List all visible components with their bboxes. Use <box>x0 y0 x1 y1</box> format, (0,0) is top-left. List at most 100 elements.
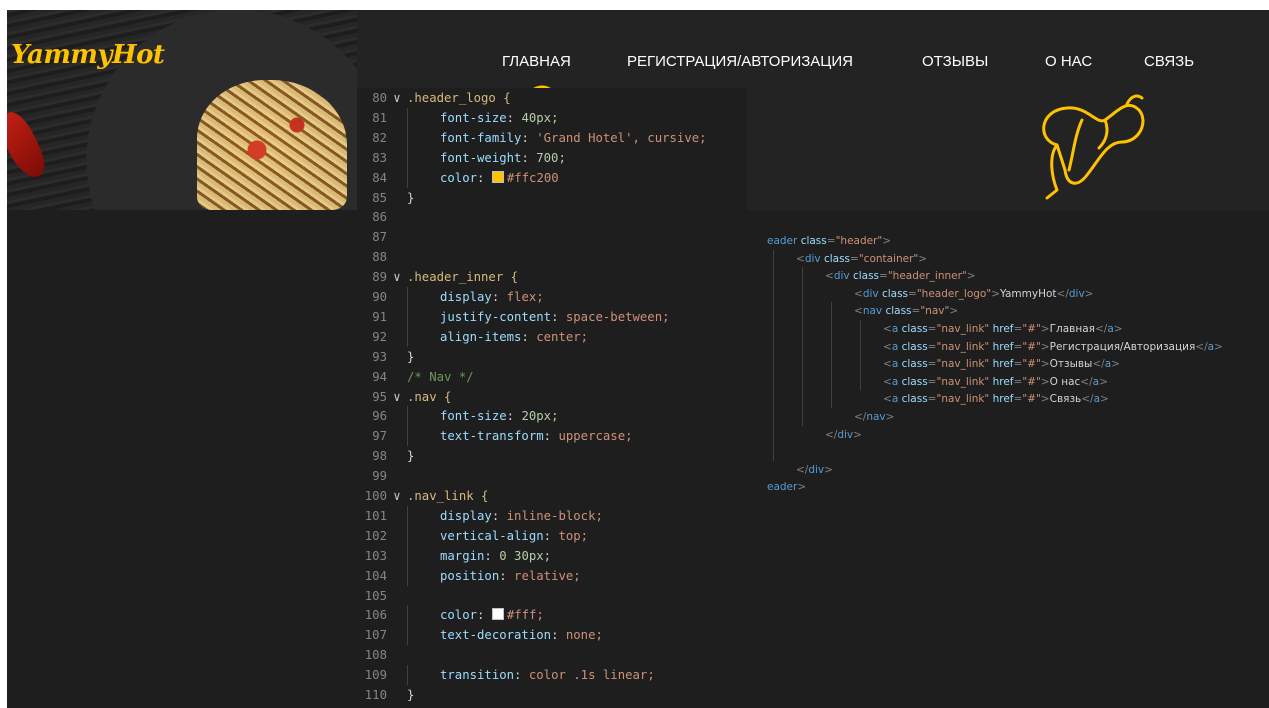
css-code-line: 85 } <box>357 188 414 208</box>
closing-brace: } <box>407 688 415 702</box>
line-number: 97 <box>372 429 387 444</box>
html-token-punct: </ <box>1056 287 1069 300</box>
punctuation: : <box>491 508 507 523</box>
punctuation: : <box>506 110 522 125</box>
punctuation: : <box>551 628 566 643</box>
html-token-punct: = <box>1013 340 1023 353</box>
indent-guide <box>407 545 440 566</box>
color-swatch-icon[interactable] <box>491 608 504 621</box>
fold-gutter <box>387 426 407 446</box>
html-token-tag: nav <box>862 305 886 318</box>
html-token-aval: "#" <box>1022 358 1041 371</box>
fold-gutter <box>387 546 407 566</box>
html-token-tag: div <box>833 270 853 283</box>
html-token-aval: "#" <box>1022 393 1041 406</box>
fold-gutter <box>387 287 407 307</box>
css-value: color .1s linear; <box>528 668 655 683</box>
line-number: 82 <box>372 130 387 145</box>
html-token-punct: = <box>1013 375 1023 388</box>
html-token-punct: = <box>850 252 859 265</box>
indent-guide <box>407 167 440 188</box>
indent-guide <box>407 565 440 586</box>
css-value: 700; <box>536 150 566 165</box>
line-number: 109 <box>364 668 387 683</box>
html-token-punct: > <box>853 428 862 441</box>
css-code-editor[interactable]: 80 ∨ .header_logo {81 font-size: 40px; 82 f… <box>357 88 747 708</box>
line-number: 83 <box>372 150 387 165</box>
indent-guide <box>407 505 440 526</box>
html-code-line: <div class="header_inner"> <box>825 267 976 285</box>
noodle-pan-image <box>197 80 347 210</box>
css-code-line: 103 margin: 0 30px; <box>357 545 551 566</box>
html-token-aval: "#" <box>1022 323 1041 335</box>
html-code-line: eader class="header"> <box>767 232 891 250</box>
html-token-punct: > <box>1099 375 1108 388</box>
html-token-punct: < <box>854 305 863 318</box>
indent-guide <box>407 426 440 447</box>
fold-gutter <box>387 307 407 327</box>
indent-guide <box>831 302 832 408</box>
html-token-aval: "header" <box>835 235 883 247</box>
line-number: 91 <box>372 309 387 324</box>
html-token-tag: div <box>862 287 882 300</box>
html-token-aval: "nav_link" <box>936 358 993 371</box>
fold-gutter <box>387 566 407 586</box>
html-code-line: <a class="nav_link" href="#">Регистрация… <box>883 338 1223 356</box>
css-selector: .header_logo { <box>407 91 511 105</box>
nav-link-reviews[interactable]: ОТЗЫВЫ <box>922 53 988 70</box>
css-property: font-weight <box>440 150 522 165</box>
nav-link-registration[interactable]: РЕГИСТРАЦИЯ/АВТОРИЗАЦИЯ <box>627 53 853 70</box>
fold-gutter <box>387 188 407 208</box>
css-code-line: 81 font-size: 40px; <box>357 107 558 128</box>
nav-link-home[interactable]: ГЛАВНАЯ <box>502 53 571 70</box>
line-number: 108 <box>364 648 387 663</box>
css-property: position <box>440 568 500 583</box>
html-token-tag: a <box>891 393 902 406</box>
html-token-punct: < <box>796 252 805 265</box>
html-token-punct: = <box>908 287 917 300</box>
line-number: 80 <box>372 91 387 105</box>
nav-link-contact[interactable]: СВЯЗЬ <box>1144 53 1194 70</box>
fold-gutter <box>387 446 407 466</box>
site-logo[interactable]: YammyHot <box>11 40 165 70</box>
punctuation: : <box>543 429 559 444</box>
html-code-line: <a class="nav_link" href="#">Главная</a> <box>883 320 1123 338</box>
punctuation: : <box>477 608 492 623</box>
html-token-punct: </ <box>1195 340 1208 353</box>
line-number: 84 <box>372 170 387 185</box>
closing-brace: } <box>407 449 415 464</box>
css-code-line: 96 font-size: 20px; <box>357 406 558 427</box>
nav-link-about[interactable]: О НАС <box>1045 53 1092 70</box>
css-code-line: 97 text-transform: uppercase; <box>357 426 633 447</box>
html-code-line: <a class="nav_link" href="#">Отзывы</a> <box>883 355 1120 373</box>
html-token-tag: nav <box>866 411 886 423</box>
html-token-attr: class <box>901 375 928 388</box>
html-code-editor[interactable]: eader class="header"> <div class="contain… <box>747 210 1269 708</box>
color-swatch-icon[interactable] <box>491 170 504 183</box>
fold-chevron-icon[interactable]: ∨ <box>387 486 407 506</box>
html-token-txt: Отзывы <box>1049 358 1093 371</box>
html-token-punct: > <box>1040 358 1050 371</box>
css-code-line: 90 display: flex; <box>357 287 544 307</box>
code-comment: /* Nav */ <box>407 369 474 384</box>
html-token-tag: div <box>1068 287 1085 300</box>
css-value: center; <box>536 329 589 344</box>
line-number: 102 <box>364 528 387 543</box>
css-selector: .nav_link { <box>407 489 489 503</box>
fold-chevron-icon[interactable]: ∨ <box>387 387 407 407</box>
html-token-aval: "nav_link" <box>936 393 993 406</box>
indent-guide <box>407 625 440 646</box>
fold-gutter <box>387 506 407 526</box>
fold-gutter <box>387 406 407 426</box>
line-number: 107 <box>364 628 387 643</box>
fold-chevron-icon[interactable]: ∨ <box>387 267 407 287</box>
indent-guide <box>407 306 440 327</box>
fold-chevron-icon[interactable]: ∨ <box>387 88 407 108</box>
html-token-punct: > <box>1100 393 1109 406</box>
html-token-tag: a <box>891 340 902 353</box>
line-number: 105 <box>364 588 387 603</box>
html-token-aval: "header_logo" <box>916 287 992 300</box>
html-token-tag: a <box>891 375 902 388</box>
html-token-tag: div <box>804 252 824 265</box>
html-token-tag: eader <box>767 481 798 494</box>
